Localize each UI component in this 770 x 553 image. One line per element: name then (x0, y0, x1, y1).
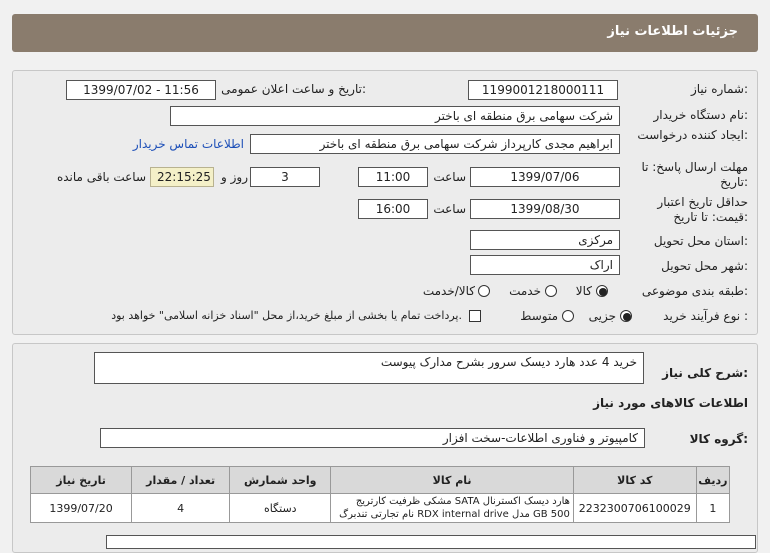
remaining-time-field: 22:15:25 (150, 167, 214, 187)
page-header: جزئیات اطلاعات نیاز (12, 14, 758, 52)
city-label: شهر محل تحویل: (661, 259, 748, 273)
summary-label: شرح کلی نیاز: (662, 366, 748, 380)
treasury-note: پرداخت تمام یا بخشی از مبلغ خرید،از محل … (111, 309, 462, 322)
price-validity-label: حداقل تاریخ اعتبار قیمت: تا تاریخ: (657, 195, 748, 224)
validity-date-field: 1399/08/30 (470, 199, 620, 219)
contact-buyer-link[interactable]: اطلاعات تماس خریدار (104, 137, 244, 151)
cell-unit: دستگاه (229, 493, 332, 523)
requester-label: ایجاد کننده درخواست: (637, 128, 748, 142)
purchase-medium-label: متوسط (520, 309, 558, 323)
subject-both-radio[interactable] (478, 285, 490, 297)
goods-table: تاریخ نیاز تعداد / مقدار واحد شمارش نام … (29, 466, 731, 523)
notes-box (106, 535, 756, 549)
subject-service-radio[interactable] (545, 285, 557, 297)
need-number-label: شماره نیاز: (690, 82, 748, 96)
purchase-minor-label: جزیی (588, 309, 616, 323)
cell-item-name: هارد دیسک اکسترنال SATA مشکی ظرفیت کارتر… (330, 493, 574, 523)
subject-class-label: طبقه بندی موضوعی: (641, 284, 748, 298)
reply-date-field: 1399/07/06 (470, 167, 620, 187)
province-label: استان محل تحویل: (653, 234, 748, 248)
summary-field: خرید 4 عدد هارد دیسک سرور بشرح مدارک پیو… (94, 352, 644, 384)
col-quantity: تعداد / مقدار (131, 466, 231, 494)
goods-group-field: کامپیوتر و فناوری اطلاعات-سخت افزار (100, 428, 645, 448)
col-need-date: تاریخ نیاز (29, 466, 133, 494)
col-unit: واحد شمارش (229, 466, 332, 494)
goods-group-label: گروه کالا: (689, 432, 748, 446)
goods-info-heading: اطلاعات کالاهای مورد نیاز (593, 396, 748, 410)
cell-quantity: 4 (131, 493, 231, 523)
buyer-org-label: نام دستگاه خریدار: (653, 108, 749, 122)
purchase-type-label: نوع فرآیند خرید : (663, 309, 748, 323)
cell-item-code: 2232300706100029 (572, 493, 697, 523)
purchase-minor-radio[interactable] (620, 310, 632, 322)
days-label: روز و (221, 170, 248, 184)
col-row: ردیف (695, 466, 731, 494)
cell-need-date: 1399/07/20 (29, 493, 133, 523)
subject-both-label: کالا/خدمت (422, 284, 475, 298)
page-title: جزئیات اطلاعات نیاز (607, 24, 738, 39)
reply-days-field: 3 (250, 167, 320, 187)
need-number-field: 1199001218000111 (468, 80, 618, 100)
subject-service-label: خدمت (509, 284, 541, 298)
buyer-org-field: شرکت سهامی برق منطقه ای باختر (170, 106, 620, 126)
col-item-name: نام کالا (330, 466, 574, 494)
city-field: اراک (470, 255, 620, 275)
table-header-row: تاریخ نیاز تعداد / مقدار واحد شمارش نام … (29, 466, 731, 494)
announce-datetime-field: 1399/07/02 - 11:56 (66, 80, 216, 100)
subject-goods-radio[interactable] (596, 285, 608, 297)
subject-goods-label: کالا (575, 284, 592, 298)
reply-deadline-label: مهلت ارسال پاسخ: تا تاریخ: (641, 160, 748, 189)
announce-datetime-label: تاریخ و ساعت اعلان عمومی: (221, 82, 366, 96)
col-item-code: کد کالا (572, 466, 697, 494)
cell-row: 1 (695, 493, 731, 523)
treasury-checkbox[interactable] (469, 310, 481, 322)
table-row: 1399/07/20 4 دستگاه هارد دیسک اکسترنال S… (29, 493, 731, 523)
requester-field: ابراهیم مجدی کارپرداز شرکت سهامی برق منط… (250, 134, 620, 154)
purchase-medium-radio[interactable] (562, 310, 574, 322)
reply-time-field: 11:00 (358, 167, 428, 187)
validity-time-field: 16:00 (358, 199, 428, 219)
province-field: مرکزی (470, 230, 620, 250)
remaining-label: ساعت باقی مانده (56, 170, 146, 184)
